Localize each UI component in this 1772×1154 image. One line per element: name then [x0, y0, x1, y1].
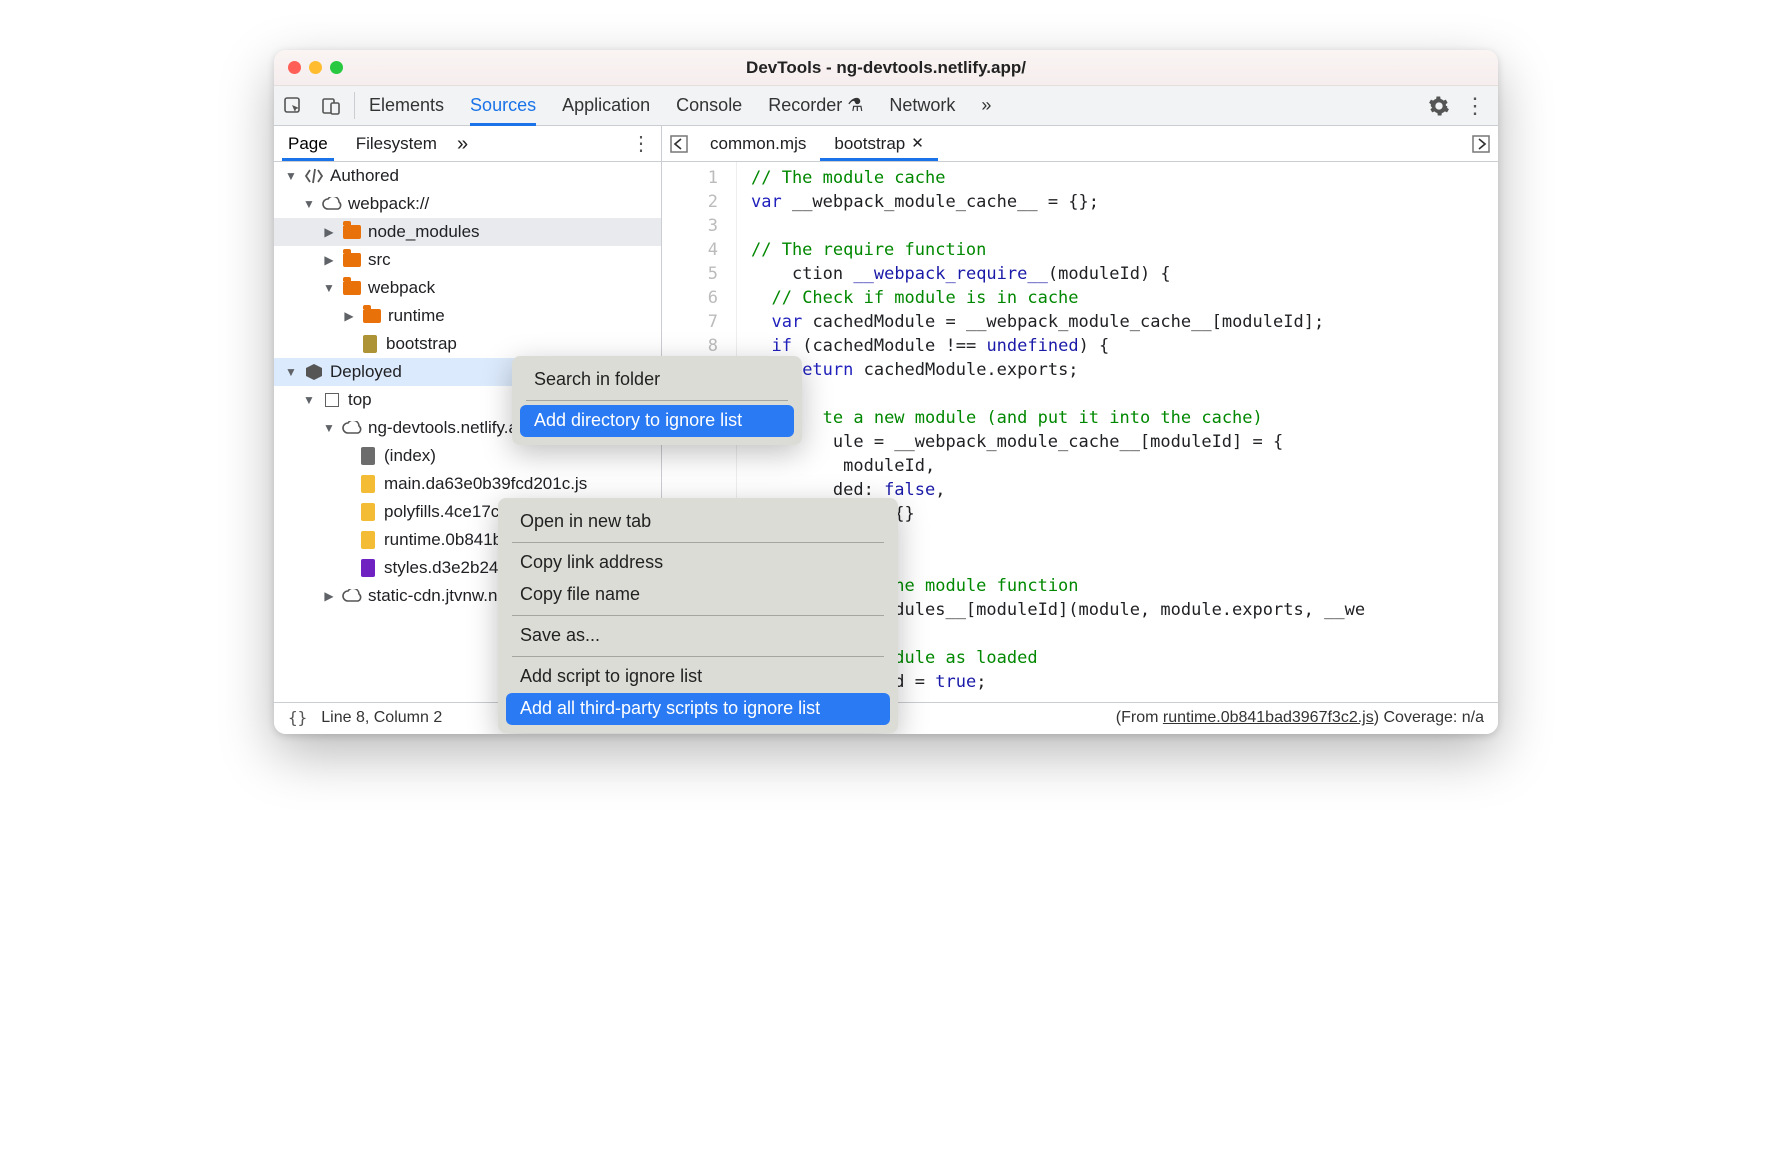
- status-right: (From runtime.0b841bad3967f3c2.js) Cover…: [1116, 707, 1484, 729]
- navigator-kebab-icon[interactable]: ⋮: [621, 126, 661, 161]
- pretty-print-icon[interactable]: {}: [288, 707, 307, 729]
- settings-gear-icon[interactable]: [1428, 95, 1450, 117]
- ctx-item[interactable]: Add all third-party scripts to ignore li…: [506, 693, 890, 725]
- ctx-item[interactable]: Add script to ignore list: [506, 661, 890, 693]
- navigator-tab-filesystem[interactable]: Filesystem: [342, 126, 451, 161]
- tab-elements[interactable]: Elements: [369, 86, 444, 125]
- code-icon: [304, 166, 324, 186]
- cloud-icon: [322, 194, 342, 214]
- file-tab-bootstrap[interactable]: bootstrap ✕: [820, 126, 937, 161]
- tree-label: node_modules: [368, 220, 480, 244]
- tree-item-bootstrap-file[interactable]: bootstrap: [274, 330, 661, 358]
- sources-subheader: Page Filesystem » ⋮ common.mjs bootstrap…: [274, 126, 1498, 162]
- tree-group-authored[interactable]: ▼ Authored: [274, 162, 661, 190]
- tab-console[interactable]: Console: [676, 86, 742, 125]
- device-toggle-icon[interactable]: [312, 86, 350, 125]
- tree-label: runtime: [388, 304, 445, 328]
- context-menu-file: Open in new tab Copy link addressCopy fil…: [498, 498, 898, 733]
- panel-tabs: Elements Sources Application Console Rec…: [359, 86, 1416, 125]
- cursor-position: Line 8, Column 2: [321, 707, 442, 729]
- file-icon: [358, 558, 378, 578]
- navigator-tabs: Page Filesystem » ⋮: [274, 126, 662, 161]
- tabs-overflow[interactable]: »: [981, 86, 991, 125]
- file-tab-common[interactable]: common.mjs: [696, 126, 820, 161]
- ctx-item[interactable]: Copy link address: [506, 547, 890, 579]
- status-from-label: (From: [1116, 709, 1163, 726]
- kebab-menu-icon[interactable]: ⋮: [1464, 95, 1486, 117]
- tree-item-webpack-folder[interactable]: ▼ webpack: [274, 274, 661, 302]
- tree-item-file[interactable]: main.da63e0b39fcd201c.js: [274, 470, 661, 498]
- file-icon: [358, 474, 378, 494]
- ctx-item[interactable]: Open in new tab: [506, 506, 890, 538]
- tree-label: webpack://: [348, 192, 429, 216]
- history-fwd-icon[interactable]: [1464, 135, 1498, 153]
- file-icon: [358, 502, 378, 522]
- tree-label: webpack: [368, 276, 435, 300]
- navigator-tabs-overflow[interactable]: »: [457, 126, 468, 161]
- main-toolbar: Elements Sources Application Console Rec…: [274, 86, 1498, 126]
- tab-network[interactable]: Network: [889, 86, 955, 125]
- file-icon: [358, 446, 378, 466]
- editor-tabbar: common.mjs bootstrap ✕: [662, 126, 1498, 161]
- tree-label: static-cdn.jtvnw.net: [368, 584, 512, 608]
- context-menu-separator: [512, 656, 884, 657]
- status-coverage: ) Coverage: n/a: [1374, 709, 1484, 726]
- tree-item-file[interactable]: (index): [274, 442, 661, 470]
- tab-recorder-label: Recorder: [768, 93, 842, 118]
- status-source-link[interactable]: runtime.0b841bad3967f3c2.js: [1163, 709, 1374, 726]
- navigator-tab-page[interactable]: Page: [274, 126, 342, 161]
- sources-body: ▼ Authored ▼ webpack:// ▶ node_modules: [274, 162, 1498, 702]
- file-tab-label: common.mjs: [710, 132, 806, 156]
- tree-label: Authored: [330, 164, 399, 188]
- file-icon: [360, 334, 380, 354]
- folder-icon: [342, 278, 362, 298]
- tab-sources[interactable]: Sources: [470, 86, 536, 125]
- folder-icon: [362, 306, 382, 326]
- window-title: DevTools - ng-devtools.netlify.app/: [274, 56, 1498, 80]
- close-icon[interactable]: ✕: [911, 133, 924, 154]
- tree-label: bootstrap: [386, 332, 457, 356]
- devtools-window: DevTools - ng-devtools.netlify.app/ Elem…: [274, 50, 1498, 734]
- tab-recorder[interactable]: Recorder ⚗︎: [768, 86, 863, 125]
- tree-label: src: [368, 248, 391, 272]
- tree-label: main.da63e0b39fcd201c.js: [384, 472, 587, 496]
- tree-label: top: [348, 388, 372, 412]
- ctx-item[interactable]: Save as...: [506, 620, 890, 652]
- cloud-icon: [342, 418, 362, 438]
- tree-label: (index): [384, 444, 436, 468]
- context-menu-folder: Search in folder Add directory to ignore…: [512, 356, 802, 445]
- tree-item-node-modules[interactable]: ▶ node_modules: [274, 218, 661, 246]
- tree-item-src[interactable]: ▶ src: [274, 246, 661, 274]
- folder-icon: [342, 222, 362, 242]
- ctx-item[interactable]: Copy file name: [506, 579, 890, 611]
- file-icon: [358, 530, 378, 550]
- tab-application[interactable]: Application: [562, 86, 650, 125]
- beaker-icon: ⚗︎: [847, 93, 863, 118]
- context-menu-separator: [512, 615, 884, 616]
- cloud-icon: [342, 586, 362, 606]
- tree-label: Deployed: [330, 360, 402, 384]
- titlebar: DevTools - ng-devtools.netlify.app/: [274, 50, 1498, 86]
- inspect-element-icon[interactable]: [274, 86, 312, 125]
- file-tab-label: bootstrap: [834, 132, 905, 156]
- folder-icon: [342, 250, 362, 270]
- context-menu-separator: [512, 542, 884, 543]
- ctx-add-dir-ignore[interactable]: Add directory to ignore list: [520, 405, 794, 437]
- frame-icon: [322, 390, 342, 410]
- package-icon: [304, 362, 324, 382]
- ctx-search-in-folder[interactable]: Search in folder: [520, 364, 794, 396]
- tree-item-runtime-folder[interactable]: ▶ runtime: [274, 302, 661, 330]
- tree-item-webpack-root[interactable]: ▼ webpack://: [274, 190, 661, 218]
- context-menu-separator: [526, 400, 788, 401]
- history-back-icon[interactable]: [662, 135, 696, 153]
